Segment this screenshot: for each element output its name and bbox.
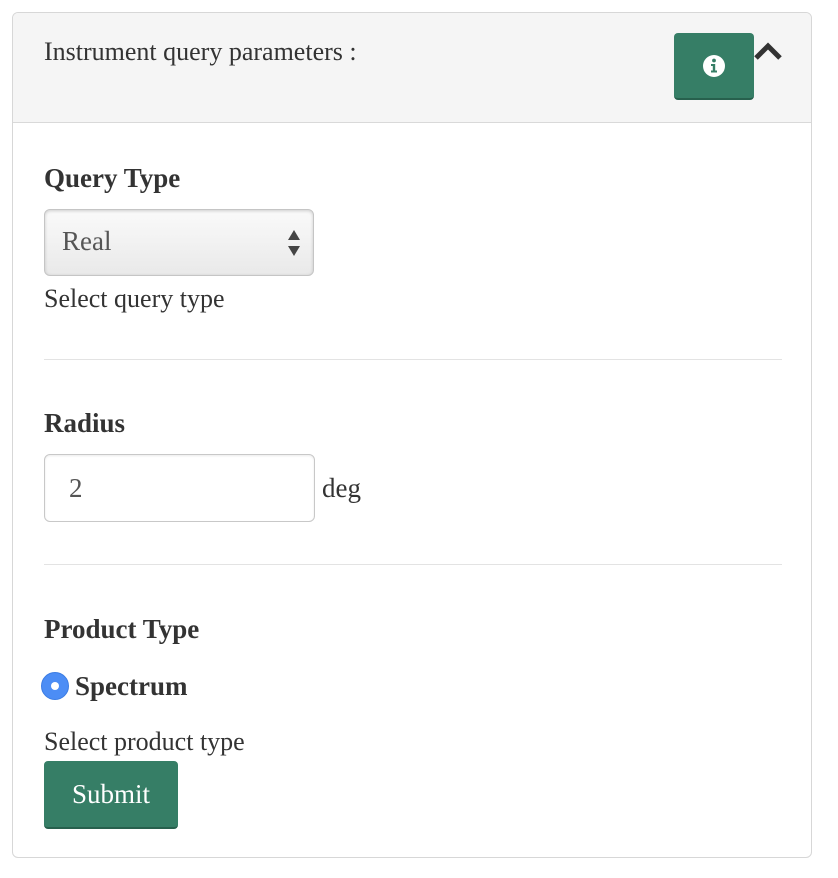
radius-label: Radius bbox=[44, 408, 126, 438]
spectrum-radio-label: Spectrum bbox=[75, 670, 188, 701]
product-type-label: Product Type bbox=[44, 614, 200, 644]
divider bbox=[44, 359, 782, 360]
instrument-query-panel: Instrument query parameters : Query Type… bbox=[12, 12, 812, 858]
panel-heading: Instrument query parameters : bbox=[13, 13, 811, 123]
info-circle-icon bbox=[702, 54, 726, 78]
product-type-help: Select product type bbox=[44, 727, 245, 756]
spectrum-radio[interactable] bbox=[41, 672, 69, 700]
product-type-option-spectrum[interactable]: Spectrum bbox=[41, 668, 187, 704]
radius-unit: deg bbox=[322, 473, 361, 503]
query-type-selected-value: Real bbox=[62, 226, 112, 256]
query-type-help: Select query type bbox=[44, 284, 225, 313]
query-type-label: Query Type bbox=[44, 163, 181, 193]
submit-button[interactable]: Submit bbox=[44, 761, 178, 829]
panel-title: Instrument query parameters : bbox=[44, 37, 357, 66]
info-button[interactable] bbox=[674, 33, 754, 100]
chevron-up-icon[interactable] bbox=[753, 40, 783, 62]
radius-input[interactable] bbox=[44, 454, 315, 522]
select-updown-arrows-icon bbox=[287, 228, 301, 258]
divider bbox=[44, 564, 782, 565]
query-type-select[interactable]: Real bbox=[44, 209, 314, 276]
